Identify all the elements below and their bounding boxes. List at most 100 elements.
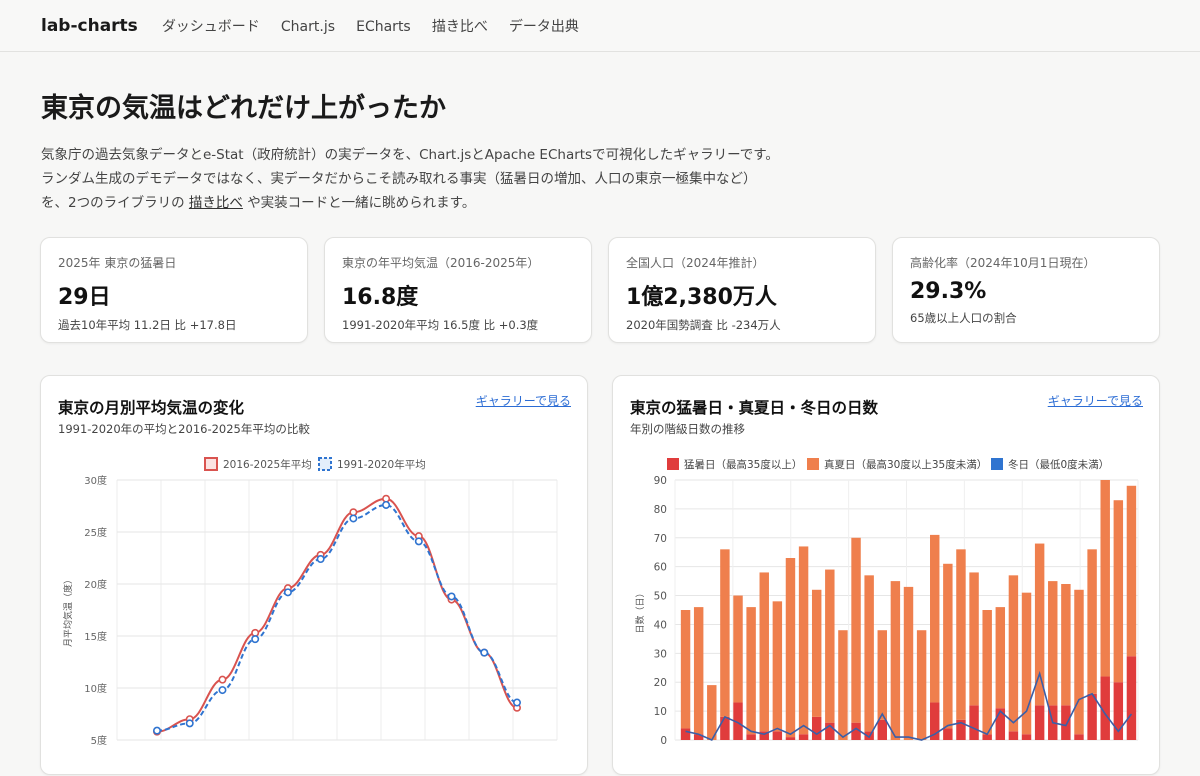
y-tick-label: 25度 xyxy=(84,526,107,539)
bar-summer-days xyxy=(1048,581,1058,706)
nav-echarts[interactable]: ECharts xyxy=(356,19,411,35)
legend-label: 1991-2020年平均 xyxy=(337,458,426,471)
bar-summer-days xyxy=(811,589,822,717)
bar-hot-days xyxy=(1061,705,1071,740)
bar-summer-days xyxy=(693,607,704,735)
stat-card-population: 全国人口（2024年推計） 1億2,380万人 2020年国勢調査 比 -234… xyxy=(608,237,876,343)
y-tick-label: 5度 xyxy=(91,734,107,747)
bar-summer-days xyxy=(916,630,927,740)
y-tick-label: 30度 xyxy=(84,474,107,487)
nav-data-source[interactable]: データ出典 xyxy=(509,19,579,35)
bar-summer-days xyxy=(838,630,848,740)
y-tick-label: 20度 xyxy=(84,578,107,591)
lead-line-3-pre: を、2つのライブラリの xyxy=(41,195,185,211)
y-tick-label: 15度 xyxy=(84,630,107,643)
data-point xyxy=(349,508,358,517)
bar-summer-days xyxy=(1087,549,1097,694)
data-point xyxy=(283,588,292,597)
y-axis-label: 日数（日） xyxy=(634,588,646,633)
bar-hot-days xyxy=(785,737,796,740)
nav-chartjs[interactable]: Chart.js xyxy=(281,19,335,35)
bar-summer-days xyxy=(982,610,992,735)
stat-cards: 2025年 東京の猛暑日 29日 過去10年平均 11.2日 比 +17.8日 … xyxy=(40,237,1160,343)
bar-summer-days xyxy=(680,610,691,729)
bar-summer-days xyxy=(1074,589,1084,735)
y-tick-label: 80 xyxy=(654,504,667,516)
bar-summer-days xyxy=(1008,575,1019,732)
page-title: 東京の気温はどれだけ上がったか xyxy=(41,93,446,124)
stat-label: 高齢化率（2024年10月1日現在） xyxy=(910,256,1096,270)
bar-hot-days xyxy=(1126,656,1137,740)
legend-swatch xyxy=(318,457,332,471)
bar-summer-days xyxy=(930,534,940,703)
y-tick-label: 20 xyxy=(654,677,667,689)
y-axis-label: 月平均気温（度） xyxy=(62,575,74,647)
y-tick-label: 90 xyxy=(654,475,667,487)
data-point xyxy=(153,726,162,735)
data-point xyxy=(218,675,227,684)
stat-value: 16.8度 xyxy=(342,285,419,310)
data-point xyxy=(349,514,358,523)
bar-summer-days xyxy=(1100,480,1110,677)
brand-logo[interactable]: lab-charts xyxy=(41,16,138,36)
data-point xyxy=(382,500,391,509)
y-tick-label: 10度 xyxy=(84,682,107,695)
stat-sub: 過去10年平均 11.2日 比 +17.8日 xyxy=(58,318,237,332)
bar-summer-days xyxy=(890,581,901,740)
data-point xyxy=(251,635,260,644)
nav-dashboard[interactable]: ダッシュボード xyxy=(162,19,260,35)
bar-hot-days xyxy=(943,728,953,740)
bar-summer-days xyxy=(772,601,783,732)
data-point xyxy=(447,592,456,601)
lead-line-1: 気象庁の過去気象データとe-Stat（政府統計）の実データを、Chart.jsと… xyxy=(41,147,779,163)
stat-card-annual-temp: 東京の年平均気温（2016-2025年） 16.8度 1991-2020年平均 … xyxy=(324,237,592,343)
legend-label: 真夏日（最高30度以上35度未満） xyxy=(824,458,987,471)
bar-summer-days xyxy=(759,572,769,732)
stat-value: 1億2,380万人 xyxy=(626,285,777,310)
bar-summer-days xyxy=(903,586,914,740)
data-point xyxy=(316,555,325,564)
stat-label: 全国人口（2024年推計） xyxy=(626,256,765,270)
legend-swatch xyxy=(204,457,218,471)
bar-summer-days xyxy=(1061,584,1071,706)
bar-summer-days xyxy=(969,572,979,706)
bar-summer-days xyxy=(798,546,809,735)
data-point xyxy=(512,698,521,707)
stat-card-aging-rate: 高齢化率（2024年10月1日現在） 29.3% 65歳以上人口の割合 xyxy=(892,237,1160,343)
y-tick-label: 40 xyxy=(654,619,667,631)
bar-summer-days xyxy=(851,537,861,723)
bar-summer-days xyxy=(746,607,756,735)
data-point xyxy=(185,719,194,728)
stat-label: 2025年 東京の猛暑日 xyxy=(58,256,177,270)
top-navigation-bar: lab-charts ダッシュボード Chart.js ECharts 描き比べ… xyxy=(0,0,1200,52)
stat-sub: 65歳以上人口の割合 xyxy=(910,311,1017,325)
bar-hot-days xyxy=(772,731,783,740)
legend-label: 2016-2025年平均 xyxy=(223,458,312,471)
stat-sub: 2020年国勢調査 比 -234万人 xyxy=(626,318,781,332)
y-tick-label: 10 xyxy=(654,706,667,718)
y-tick-label: 60 xyxy=(654,562,667,574)
bar-summer-days xyxy=(995,607,1006,709)
compare-link[interactable]: 描き比べ xyxy=(189,195,243,211)
y-tick-label: 70 xyxy=(654,533,667,545)
stat-value: 29.3% xyxy=(910,279,987,304)
bar-hot-days xyxy=(1074,734,1084,740)
bar-hot-days xyxy=(1087,693,1097,740)
y-tick-label: 0 xyxy=(660,735,667,747)
bar-summer-days xyxy=(943,563,953,729)
y-tick-label: 30 xyxy=(654,648,667,660)
legend-label: 冬日（最低0度未満） xyxy=(1008,458,1109,471)
stat-value: 29日 xyxy=(58,285,111,310)
bar-summer-days xyxy=(1126,485,1137,657)
lead-line-2: ランダム生成のデモデータではなく、実データだからこそ読み取れる事実（猛暑日の増加… xyxy=(41,171,757,187)
bar-summer-days xyxy=(825,569,835,723)
stat-sub: 1991-2020年平均 16.5度 比 +0.3度 xyxy=(342,318,539,332)
nav-compare[interactable]: 描き比べ xyxy=(432,19,488,35)
bar-hot-days xyxy=(680,728,691,740)
bar-summer-days xyxy=(720,549,730,717)
bar-hot-days xyxy=(1034,705,1045,740)
bar-hot-days xyxy=(720,716,730,740)
bar-summer-days xyxy=(733,595,743,703)
bar-summer-days xyxy=(785,558,796,738)
bar-summer-days xyxy=(956,549,966,720)
